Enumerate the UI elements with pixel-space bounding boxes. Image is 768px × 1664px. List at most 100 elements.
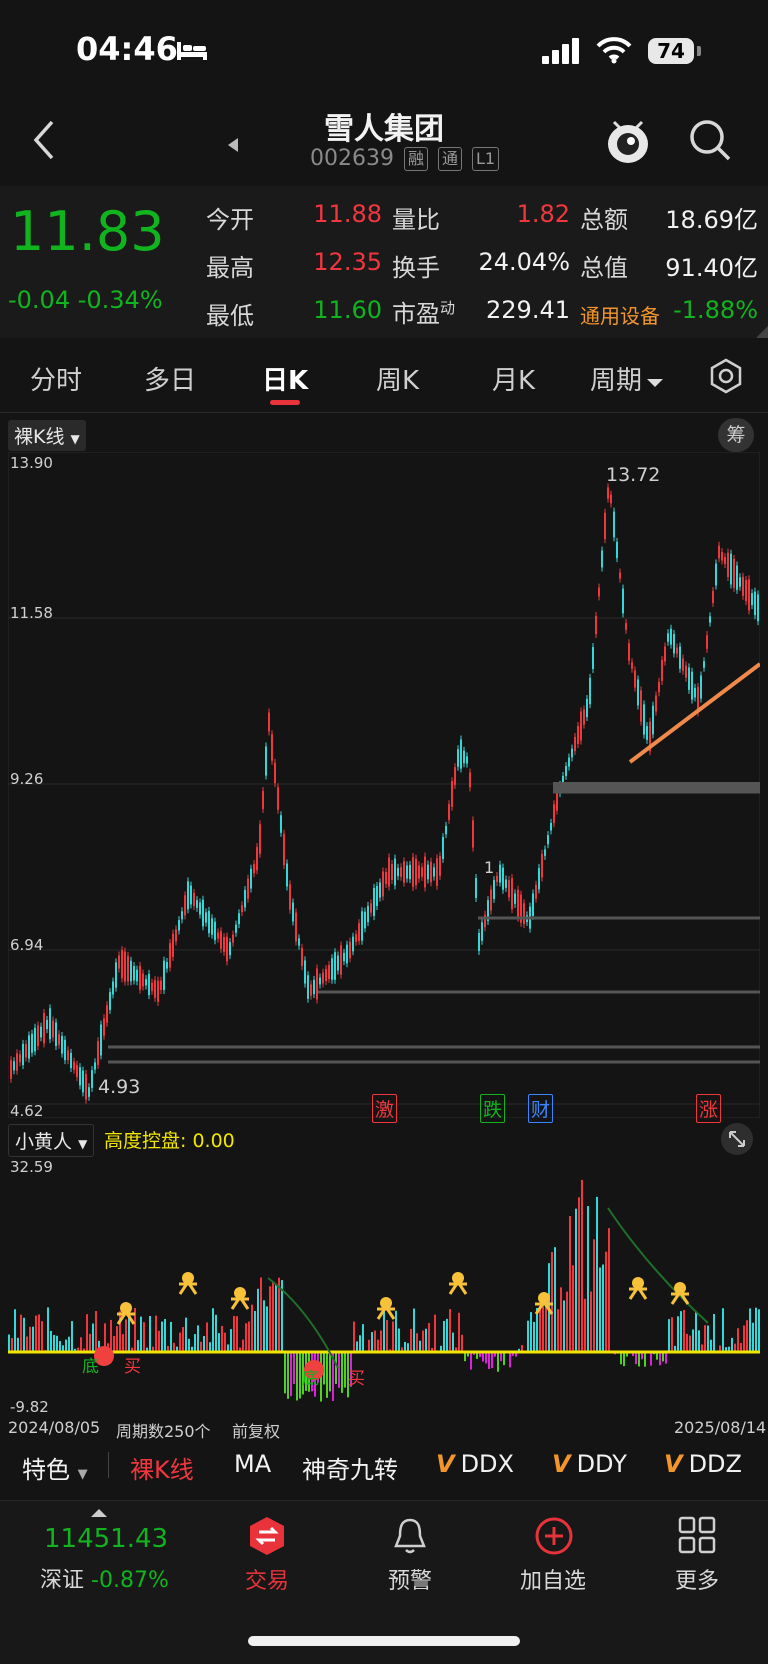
indicator-bar (158, 1331, 160, 1352)
itab-naked-k[interactable]: 裸K线 (130, 1450, 194, 1485)
indicator-bar (68, 1337, 70, 1352)
indicator-bar (650, 1352, 652, 1366)
marker-finance[interactable]: 财 (528, 1094, 553, 1123)
mascot-figure-limbs (629, 1287, 647, 1299)
candle-body (412, 857, 414, 887)
candlestick-chart[interactable] (8, 452, 760, 1118)
candle-body (298, 938, 300, 945)
itab-ddy[interactable]: VDDY (552, 1450, 627, 1478)
industry-link[interactable]: 通用设备 (580, 300, 660, 329)
tab-daily-k[interactable]: 日K (262, 360, 308, 397)
candle-body (352, 937, 354, 952)
chart-mode-dropdown[interactable]: 裸K线 ▼ (8, 420, 86, 451)
corner-fold-icon (756, 326, 768, 338)
indicator-bar (221, 1326, 223, 1352)
nav-alert[interactable]: 预警 (360, 1563, 460, 1595)
nav-more[interactable]: 更多 (647, 1563, 747, 1595)
candle-body (253, 864, 255, 873)
candle-body (64, 1040, 66, 1060)
period-count: 周期数250个 (116, 1418, 211, 1442)
itab-ma[interactable]: MA (234, 1450, 271, 1478)
candle-body (337, 956, 339, 971)
feature-dropdown[interactable]: 特色 ▼ (22, 1450, 88, 1485)
candle-body (91, 1070, 93, 1088)
tab-period[interactable]: 周期 (590, 360, 664, 397)
candle-body (733, 559, 735, 588)
indicator-bar (359, 1335, 361, 1352)
quote-label-pe: 市盈动 (392, 294, 455, 329)
buy-label-1: 买 (124, 1352, 141, 1377)
indicator-bar (248, 1322, 250, 1352)
candle-body (457, 749, 459, 766)
indicator-bar (749, 1308, 751, 1352)
index-value[interactable]: 11451.43 (44, 1524, 168, 1554)
candle-body (454, 767, 456, 785)
itab-ddz[interactable]: VDDZ (664, 1450, 742, 1478)
indicator-bar (269, 1286, 271, 1352)
indicator-bar (236, 1316, 238, 1352)
candle-body (658, 682, 660, 692)
candle-body (712, 591, 714, 603)
grid-menu-icon[interactable] (678, 1516, 716, 1554)
chevron-down-icon (646, 377, 664, 389)
pe-label-text: 市盈 (392, 300, 440, 328)
indicator-bar (539, 1308, 541, 1352)
bell-icon[interactable] (392, 1516, 428, 1556)
quote-label-turnover: 换手 (392, 248, 440, 283)
marker-surge[interactable]: 激 (372, 1094, 397, 1123)
candle-body (538, 868, 540, 889)
indicator-bar (428, 1323, 430, 1352)
nav-trade[interactable]: 交易 (217, 1563, 317, 1595)
caret-up-icon[interactable] (90, 1508, 108, 1518)
candle-body (679, 647, 681, 669)
indicator-bar (284, 1352, 286, 1393)
candle-body (286, 864, 288, 887)
indicator-bar (458, 1313, 460, 1352)
candle-body (640, 690, 642, 721)
indicator-chart[interactable] (8, 1158, 760, 1414)
candle-body (718, 546, 720, 559)
indicator-bar (470, 1352, 472, 1370)
candle-body (259, 824, 261, 854)
candle-body (181, 911, 183, 919)
tab-multi-day[interactable]: 多日 (144, 360, 196, 397)
chip-distribution-button[interactable]: 筹 (718, 418, 754, 452)
candle-body (151, 983, 153, 991)
settings-hexagon-icon[interactable] (708, 358, 744, 394)
indicator-bar (326, 1352, 328, 1398)
indicator-bar (422, 1331, 424, 1352)
tab-intraday[interactable]: 分时 (30, 360, 82, 397)
marker-rise[interactable]: 涨 (696, 1094, 721, 1123)
candle-body (217, 932, 219, 938)
mascot-icon[interactable] (604, 114, 652, 166)
expand-icon[interactable] (720, 1122, 754, 1156)
mascot-figure-limbs (449, 1282, 467, 1294)
candle-body (265, 746, 267, 775)
add-watchlist-icon[interactable] (534, 1516, 574, 1556)
indicator-bar (293, 1352, 295, 1384)
candle-body (190, 886, 192, 905)
indicator-bar (746, 1320, 748, 1352)
candle-body (589, 678, 591, 704)
indicator-bar (113, 1336, 115, 1352)
indicator-bar (224, 1333, 226, 1352)
candle-body (295, 913, 297, 942)
nav-add-watchlist[interactable]: 加自选 (503, 1563, 603, 1595)
itab-ddx[interactable]: VDDX (436, 1450, 514, 1478)
index-row[interactable]: 深证 -0.87% (40, 1562, 169, 1594)
search-icon[interactable] (688, 118, 732, 162)
indicator-bar (335, 1352, 337, 1384)
candle-body (46, 1020, 48, 1029)
trade-icon[interactable] (248, 1516, 286, 1556)
tab-weekly-k[interactable]: 周K (376, 360, 419, 397)
indicator-bar (20, 1315, 22, 1352)
itab-magic-nine[interactable]: 神奇九转 (302, 1450, 398, 1485)
tab-monthly-k[interactable]: 月K (492, 360, 535, 397)
indicator-bar (677, 1316, 679, 1352)
indicator-dropdown[interactable]: 小黄人 ▼ (8, 1124, 94, 1157)
candle-body (31, 1034, 33, 1053)
marker-drop[interactable]: 跌 (480, 1094, 505, 1123)
indicator-bar (35, 1316, 37, 1352)
indicator-bar (212, 1308, 214, 1352)
candle-body (124, 951, 126, 981)
